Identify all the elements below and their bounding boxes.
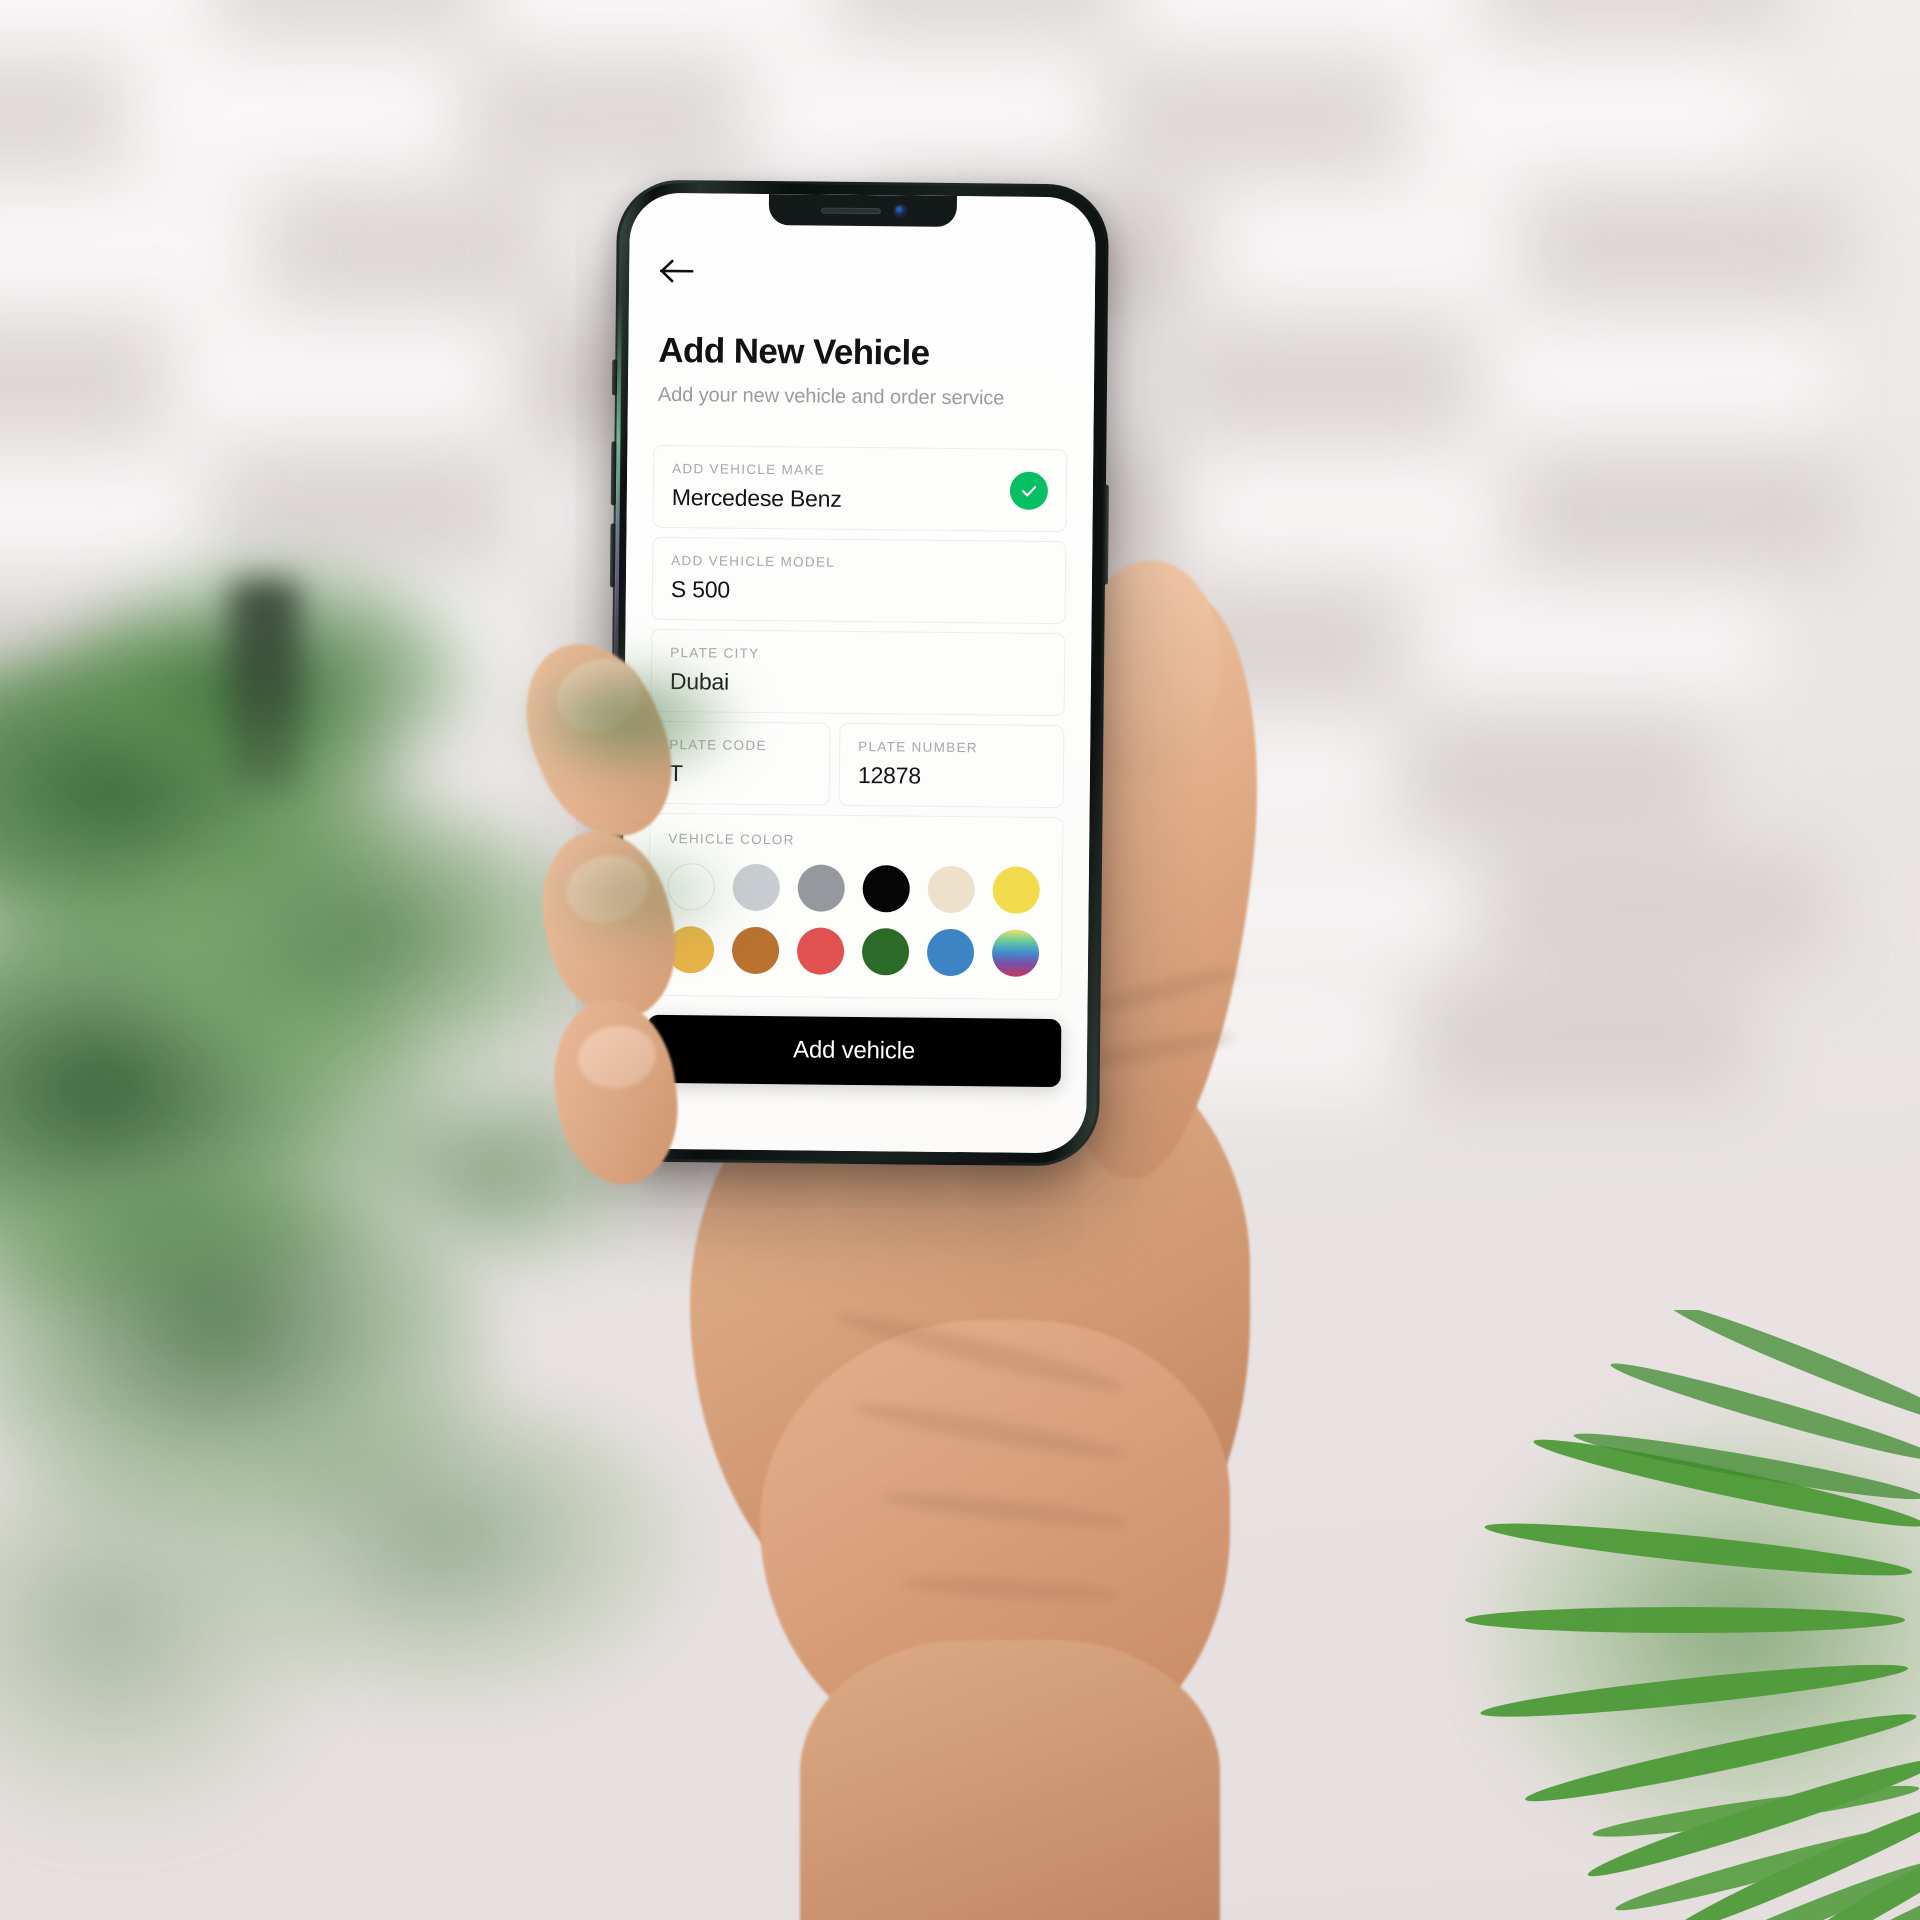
vehicle-form: ADD VEHICLE MAKE Mercedese Benz ADD VEHI… <box>647 444 1068 1001</box>
color-swatch-gold[interactable] <box>666 926 715 974</box>
check-circle-icon <box>1009 471 1049 510</box>
power-button[interactable] <box>1102 484 1109 585</box>
vehicle-color-card: VEHICLE COLOR <box>647 812 1064 1001</box>
color-swatch-red[interactable] <box>796 927 845 975</box>
page-subtitle: Add your new vehicle and order service <box>657 383 1005 410</box>
field-value: S 500 <box>670 576 731 603</box>
volume-down-button[interactable] <box>609 523 616 588</box>
color-swatch-beige[interactable] <box>927 865 975 914</box>
arrow-left-icon[interactable] <box>659 257 695 285</box>
color-swatch-gray[interactable] <box>797 864 845 912</box>
field-plate-city[interactable]: PLATE CITY Dubai <box>650 628 1066 717</box>
field-value: Mercedese Benz <box>671 484 842 512</box>
field-value: 12878 <box>857 762 922 789</box>
color-swatch-bronze[interactable] <box>731 926 780 975</box>
color-swatch-blue[interactable] <box>926 928 975 977</box>
earpiece-speaker-icon <box>820 207 881 214</box>
volume-up-button[interactable] <box>610 441 617 506</box>
vehicle-color-label: VEHICLE COLOR <box>668 831 795 848</box>
field-label: ADD VEHICLE MODEL <box>671 553 836 570</box>
smartphone-device: Add New Vehicle Add your new vehicle and… <box>606 179 1110 1167</box>
palm-frond-vector <box>1465 1310 1920 1920</box>
field-label: PLATE NUMBER <box>858 739 978 756</box>
field-label: PLATE CODE <box>669 737 767 754</box>
phone-screen: Add New Vehicle Add your new vehicle and… <box>620 192 1096 1154</box>
color-swatch-multicolor[interactable] <box>991 929 1040 977</box>
color-swatch-yellow[interactable] <box>992 866 1040 914</box>
mute-switch[interactable] <box>611 359 618 396</box>
field-plate-code[interactable]: PLATE CODE T <box>649 720 831 806</box>
field-label: ADD VEHICLE MAKE <box>672 461 826 478</box>
field-value: T <box>668 760 683 787</box>
device-notch <box>768 194 958 228</box>
front-camera-icon <box>894 205 906 217</box>
color-swatch-black[interactable] <box>862 865 910 913</box>
color-swatch-grid <box>666 863 1044 977</box>
page-title: Add New Vehicle <box>658 330 930 373</box>
field-plate-number[interactable]: PLATE NUMBER 12878 <box>838 722 1065 809</box>
color-swatch-green[interactable] <box>861 928 910 976</box>
color-swatch-white[interactable] <box>667 863 715 911</box>
field-vehicle-model[interactable]: ADD VEHICLE MODEL S 500 <box>651 536 1067 625</box>
add-vehicle-button[interactable]: Add vehicle <box>646 1014 1062 1088</box>
add-vehicle-screen: Add New Vehicle Add your new vehicle and… <box>620 192 1096 1154</box>
field-label: PLATE CITY <box>670 645 760 661</box>
plate-row: PLATE CODE T PLATE NUMBER 12878 <box>649 720 1065 809</box>
color-swatch-silver[interactable] <box>732 863 780 912</box>
field-value: Dubai <box>669 668 730 695</box>
field-vehicle-make[interactable]: ADD VEHICLE MAKE Mercedese Benz <box>652 444 1068 533</box>
